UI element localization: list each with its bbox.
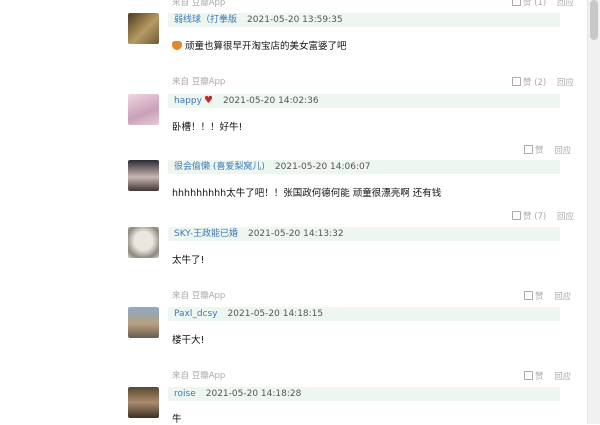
comment-meta: roise 2021-05-20 14:18:28 [168, 387, 560, 401]
like-icon [524, 145, 533, 154]
top-source: 来自 豆瓣App [172, 0, 226, 8]
timestamp: 2021-05-20 14:13:32 [247, 229, 344, 239]
avatar[interactable] [128, 307, 159, 338]
username-link[interactable]: happy [174, 96, 202, 106]
comment-text: 楼干大! [172, 335, 205, 346]
comment-text: 顽童也算很早开淘宝店的美女富婆了吧 [172, 38, 347, 52]
comment-text: hhhhhhhhh太牛了吧！！张国政何德何能 顽童很漂亮啊 还有钱 [172, 188, 442, 199]
comment-source: 来自 豆瓣App [172, 77, 226, 87]
like-icon [512, 211, 521, 220]
scrollbar[interactable] [587, 0, 600, 424]
like-icon [524, 371, 533, 380]
like-icon [524, 291, 533, 300]
timestamp: 2021-05-20 14:02:36 [222, 96, 319, 106]
avatar[interactable] [128, 13, 159, 44]
cat-emoji-icon [172, 41, 182, 50]
reply-button[interactable]: 回应 [554, 372, 571, 382]
comment-actions: 赞 (7) 回应 [512, 210, 574, 222]
reply-button[interactable]: 回应 [557, 212, 574, 222]
avatar[interactable] [128, 160, 159, 191]
top-actions: 赞 (1) 回应 [512, 0, 574, 8]
comment-meta: happy ♥ 2021-05-20 14:02:36 [168, 94, 560, 108]
timestamp: 2021-05-20 14:18:28 [205, 389, 302, 399]
username-link[interactable]: roise [174, 389, 196, 399]
like-button[interactable]: 赞 (2) [512, 77, 546, 88]
timestamp: 2021-05-20 14:18:15 [227, 309, 324, 319]
comment-actions: 赞 (2) 回应 [512, 76, 574, 88]
like-icon [512, 0, 521, 6]
timestamp: 2021-05-20 14:06:07 [274, 162, 371, 172]
like-button[interactable]: 赞 (7) [512, 211, 546, 222]
top-reply-button[interactable]: 回应 [557, 0, 574, 8]
comment-text: 卧槽！！！好牛! [172, 122, 243, 133]
reply-button[interactable]: 回应 [554, 146, 571, 156]
comment-source: 来自 豆瓣App [172, 291, 226, 301]
comment-actions: 赞 回应 [524, 290, 571, 302]
avatar[interactable] [128, 227, 159, 258]
like-icon [512, 77, 521, 86]
scrollbar-thumb[interactable] [590, 0, 598, 40]
comment-meta: Paxl_dcsy 2021-05-20 14:18:15 [168, 307, 560, 321]
comment-text: 牛 [172, 414, 182, 425]
comment-actions: 赞 回应 [524, 370, 571, 382]
comment-text: 太牛了! [172, 255, 205, 266]
reply-button[interactable]: 回应 [557, 78, 574, 88]
avatar[interactable] [128, 387, 159, 418]
reply-button[interactable]: 回应 [554, 292, 571, 302]
like-button[interactable]: 赞 [524, 371, 544, 382]
username-link[interactable]: 很会偷懒 (喜爱梨窝儿) [174, 162, 265, 172]
comment-source: 来自 豆瓣App [172, 371, 226, 381]
comment-actions: 赞 回应 [524, 144, 571, 156]
comment-meta: 很会偷懒 (喜爱梨窝儿) 2021-05-20 14:06:07 [168, 160, 560, 174]
like-button[interactable]: 赞 [524, 291, 544, 302]
top-like-button[interactable]: 赞 (1) [512, 0, 546, 8]
heart-icon: ♥ [203, 95, 213, 106]
username-link[interactable]: SKY-王政能已婚 [174, 229, 238, 239]
comment-meta: SKY-王政能已婚 2021-05-20 14:13:32 [168, 227, 560, 241]
username-link[interactable]: 弱线球（打拳版 [174, 15, 237, 25]
like-button[interactable]: 赞 [524, 145, 544, 156]
timestamp: 2021-05-20 13:59:35 [247, 15, 343, 25]
username-link[interactable]: Paxl_dcsy [174, 309, 218, 319]
comment-meta: 弱线球（打拳版 2021-05-20 13:59:35 [168, 13, 560, 27]
avatar[interactable] [128, 94, 159, 125]
